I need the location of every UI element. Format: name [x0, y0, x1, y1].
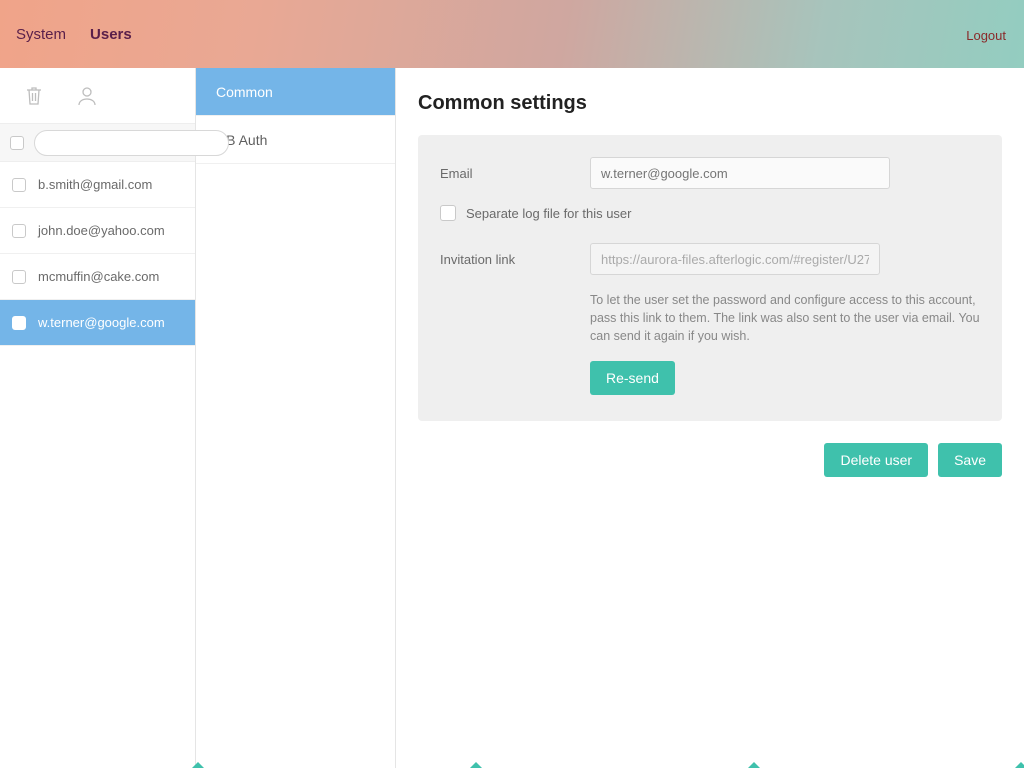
email-field[interactable]	[590, 157, 890, 189]
user-tabs-column: Common DB Auth	[196, 68, 396, 768]
separate-log-row[interactable]: Separate log file for this user	[440, 205, 980, 221]
user-checkbox[interactable]	[12, 224, 26, 238]
invitation-row: Invitation link	[440, 243, 980, 275]
delete-user-button[interactable]: Delete user	[824, 443, 928, 477]
add-user-icon[interactable]	[76, 85, 98, 107]
trash-icon[interactable]	[24, 85, 44, 107]
content-column: Common settings Email Separate log file …	[396, 68, 1024, 768]
settings-panel: Email Separate log file for this user In…	[418, 135, 1002, 421]
user-email: w.terner@google.com	[38, 315, 165, 330]
nav-system[interactable]: System	[16, 26, 66, 43]
user-row[interactable]: b.smith@gmail.com	[0, 162, 195, 208]
user-row[interactable]: mcmuffin@cake.com	[0, 254, 195, 300]
invitation-link-field[interactable]	[590, 243, 880, 275]
users-search-row	[0, 124, 195, 162]
user-email: john.doe@yahoo.com	[38, 223, 165, 238]
separate-log-checkbox[interactable]	[440, 205, 456, 221]
select-all-checkbox[interactable]	[10, 136, 24, 150]
invitation-block: To let the user set the password and con…	[590, 291, 980, 395]
logout-link[interactable]: Logout	[966, 28, 1006, 43]
users-column: b.smith@gmail.com john.doe@yahoo.com mcm…	[0, 68, 196, 768]
resend-button[interactable]: Re-send	[590, 361, 675, 395]
invitation-label: Invitation link	[440, 252, 590, 267]
tab-common[interactable]: Common	[196, 68, 395, 116]
user-checkbox[interactable]	[12, 178, 26, 192]
email-row: Email	[440, 157, 980, 189]
search-input[interactable]	[34, 130, 229, 156]
users-toolbar	[0, 68, 195, 124]
user-email: b.smith@gmail.com	[38, 177, 152, 192]
main-area: b.smith@gmail.com john.doe@yahoo.com mcm…	[0, 68, 1024, 768]
user-row[interactable]: john.doe@yahoo.com	[0, 208, 195, 254]
search-wrap	[34, 130, 229, 156]
page-title: Common settings	[418, 92, 1002, 115]
invitation-help-text: To let the user set the password and con…	[590, 291, 990, 345]
save-button[interactable]: Save	[938, 443, 1002, 477]
separate-log-label: Separate log file for this user	[466, 206, 631, 221]
email-label: Email	[440, 166, 590, 181]
user-email: mcmuffin@cake.com	[38, 269, 159, 284]
app-header: System Users Logout	[0, 0, 1024, 68]
nav-users[interactable]: Users	[90, 26, 132, 43]
user-checkbox[interactable]	[12, 316, 26, 330]
top-nav: System Users	[16, 26, 132, 43]
footer-actions: Delete user Save	[418, 443, 1002, 477]
user-checkbox[interactable]	[12, 270, 26, 284]
user-row[interactable]: w.terner@google.com	[0, 300, 195, 346]
